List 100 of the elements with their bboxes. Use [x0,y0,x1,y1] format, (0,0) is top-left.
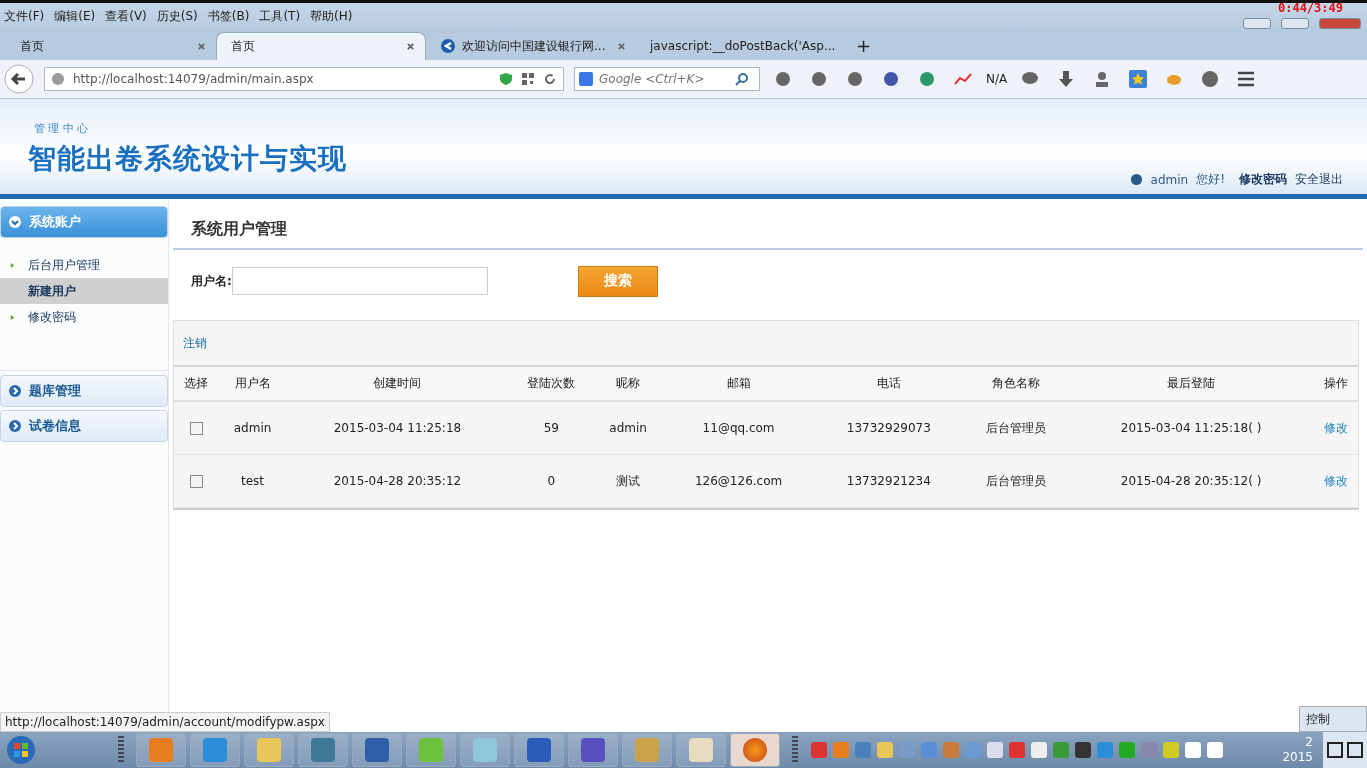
table-cell: 2015-03-04 11:25:18( ) [1068,401,1314,455]
menu-item[interactable]: 文件(F) [4,8,45,25]
user-name: admin [1150,172,1189,187]
status-url: http://localhost:14079/admin/account/modifypw.aspx [0,712,330,732]
tray-icon[interactable] [855,742,871,758]
taskbar-app[interactable] [514,733,564,767]
bank-logo-icon [440,38,456,54]
column-header: 角色名称 [962,367,1069,401]
table-cell: test [218,454,287,508]
browser-tab[interactable]: 欢迎访问中国建设银行网... [426,32,636,60]
table-cell: 0 [508,454,595,508]
field-label: 用户名: [191,272,232,290]
tray-icon[interactable] [877,742,893,758]
table-cell: 59 [508,401,595,455]
table-cell: 后台管理员 [962,401,1069,455]
sidebar-group[interactable]: 试卷信息 [0,410,168,442]
back-icon[interactable] [4,64,34,94]
tray-icon[interactable] [1031,742,1047,758]
start-button[interactable] [6,735,36,765]
tray-icon[interactable] [1053,742,1069,758]
greeting: 您好! [1196,171,1225,188]
menu-item[interactable]: 工具(T) [259,8,301,25]
column-header: 登陆次数 [508,367,595,401]
page-title: 系统用户管理 [173,201,1363,250]
tray-icon[interactable] [1207,742,1223,758]
taskbar-app[interactable] [244,733,294,767]
taskbar-app[interactable] [298,733,348,767]
reload-icon[interactable] [543,72,557,86]
download-icon[interactable] [1057,70,1076,88]
browser-tab[interactable]: 首页 [216,32,426,60]
table-cell: 2015-03-04 11:25:18 [286,401,509,455]
table-cell: 测试 [594,454,663,508]
row-checkbox[interactable] [189,422,203,435]
triangle-icon [10,313,15,321]
sidebar-group[interactable]: 题库管理 [0,375,168,407]
menu-item[interactable]: 书签(B) [207,8,250,25]
tray-icon[interactable] [987,742,1003,758]
tray-icon[interactable] [1163,742,1179,758]
column-header: 操作 [1313,367,1358,401]
recording-timer: 0:44/3:49 [1277,1,1343,15]
menu-item[interactable]: 编辑(E) [54,8,96,25]
taskbar-app[interactable] [460,733,510,767]
table-cell: 后台管理员 [962,454,1069,508]
tray-icon[interactable] [1075,742,1091,758]
toolbar-label[interactable]: N/A [986,72,1008,86]
shield-icon [499,72,513,86]
sidebar-item[interactable]: 后台用户管理 [0,252,168,278]
maximize-button[interactable] [1281,18,1309,29]
edit-link[interactable]: 修改 [1323,420,1348,435]
minimize-button[interactable] [1243,18,1271,29]
row-checkbox[interactable] [189,475,203,488]
qr-code-icon [521,72,535,86]
sidebar-item[interactable]: 新建用户 [0,278,168,304]
taskbar-app[interactable] [568,733,618,767]
menu-icon[interactable] [1237,70,1256,88]
taskbar-app[interactable] [406,733,456,767]
panel-title: 控制 [1305,710,1330,728]
column-header: 选择 [174,367,219,401]
column-header: 邮箱 [662,367,816,401]
taskbar-app[interactable] [190,733,240,767]
taskbar-app[interactable] [622,733,672,767]
menu-item[interactable]: 历史(S) [156,8,198,25]
table-cell: 2015-04-28 20:35:12 [286,454,509,508]
table-cell: 2015-04-28 20:35:12( ) [1068,454,1314,508]
taskbar-app[interactable] [730,733,780,767]
taskbar-app[interactable] [676,733,726,767]
tray-icon[interactable] [833,742,849,758]
search-field[interactable]: Google <Ctrl+K> [574,67,760,91]
menu-item[interactable]: 查看(V) [105,8,147,25]
address-bar[interactable]: http://localhost:14079/admin/main.aspx [44,67,564,91]
menu-item[interactable]: 帮助(H) [310,8,353,25]
taskbar-app[interactable] [352,733,402,767]
column-header: 最后登陆 [1068,367,1314,401]
table-cell: 11@qq.com [662,401,816,455]
column-header: 电话 [815,367,963,401]
triangle-icon [10,261,15,269]
header-link[interactable]: 安全退出 [1295,171,1343,188]
header-link[interactable]: 修改密码 [1239,171,1287,188]
username-field[interactable] [231,267,488,295]
table-cell: 126@126.com [662,454,816,508]
column-header: 用户名 [218,367,287,401]
new-tab-button[interactable]: + [846,34,882,56]
close-icon[interactable] [617,41,626,51]
close-icon[interactable] [197,41,206,51]
site-title: 智能出卷系统设计与实现 [28,141,347,177]
pause-button[interactable] [1327,742,1343,758]
table-cell: admin [218,401,287,455]
close-button[interactable] [1319,18,1361,29]
browser-tab[interactable]: 首页 [6,32,216,60]
edit-link[interactable]: 修改 [1323,473,1348,488]
taskbar-app[interactable] [136,733,186,767]
table-cell: 13732921234 [815,454,963,508]
logout-link[interactable]: 注销 [183,334,207,352]
browser-tab[interactable]: javascript:__doPostBack('Asp... [636,32,846,60]
column-header: 创建时间 [286,367,509,401]
sidebar-item[interactable]: 修改密码 [0,304,168,330]
close-icon[interactable] [406,42,415,51]
tray-icon[interactable] [1185,742,1201,758]
stop-button[interactable] [1347,742,1363,758]
search-icon[interactable] [735,72,749,86]
